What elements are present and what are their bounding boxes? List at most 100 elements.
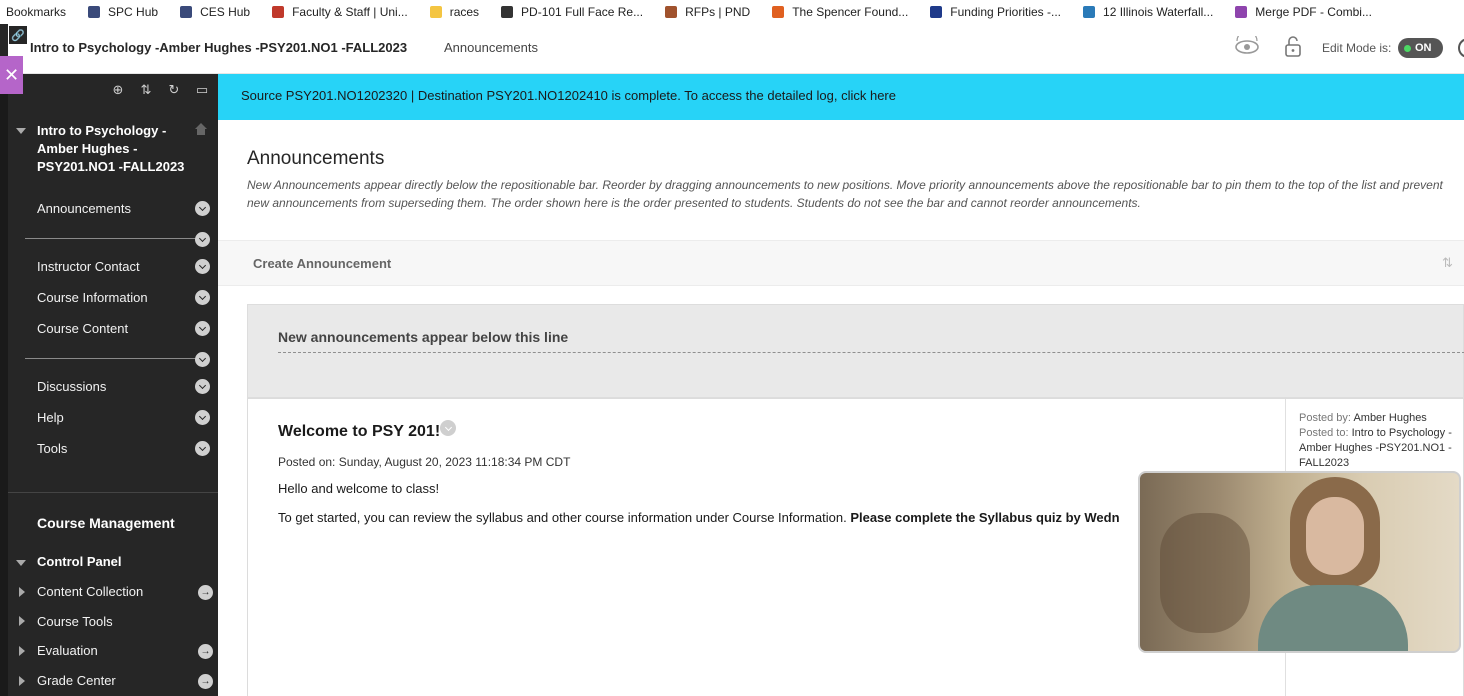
folder-icon <box>429 6 442 18</box>
home-icon[interactable] <box>194 122 208 136</box>
webcam-person-face <box>1306 497 1364 575</box>
bookmark-label: 12 Illinois Waterfall... <box>1103 5 1214 19</box>
sidebar-section-divider <box>8 492 218 493</box>
chevron-down-icon[interactable] <box>195 232 210 247</box>
page-icon <box>180 6 193 18</box>
sidebar-item-announcements[interactable]: Announcements <box>37 201 131 216</box>
posted-by-value: Amber Hughes <box>1353 412 1427 424</box>
edit-mode-toggle[interactable]: ON <box>1398 38 1443 58</box>
cp-item-course-tools[interactable]: Course Tools <box>37 614 113 629</box>
sidebar-item-course-information[interactable]: Course Information <box>37 290 148 305</box>
expand-caret-icon[interactable] <box>19 676 25 686</box>
announcement-title: Welcome to PSY 201! <box>278 423 441 440</box>
repositionable-bar[interactable]: New announcements appear below this line <box>247 304 1464 398</box>
sidebar-item-course-content[interactable]: Course Content <box>37 321 128 336</box>
lock-icon[interactable] <box>1283 35 1303 59</box>
announcement-body-greeting: Hello and welcome to class! <box>278 481 440 496</box>
arrow-right-icon[interactable]: → <box>198 644 213 659</box>
bookmark-item[interactable]: PD-101 Full Face Re... <box>501 5 643 19</box>
bookmark-label: Faculty & Staff | Uni... <box>292 5 408 19</box>
action-bar: Create Announcement ⇅ <box>218 240 1464 286</box>
chevron-down-icon[interactable] <box>195 321 210 336</box>
cp-item-content-collection[interactable]: Content Collection <box>37 584 143 599</box>
announcement-posted-on: Posted on: Sunday, August 20, 2023 11:18… <box>278 455 571 469</box>
control-panel-heading[interactable]: Control Panel <box>37 554 122 569</box>
link-icon[interactable]: 🔗 <box>9 26 27 44</box>
announcement-body-instructions: To get started, you can review the sylla… <box>278 510 1120 525</box>
edit-mode-label: Edit Mode is: <box>1322 41 1392 55</box>
sidebar-course-title[interactable]: Intro to Psychology - Amber Hughes - PSY… <box>37 122 187 176</box>
bookmark-label: Merge PDF - Combi... <box>1255 5 1372 19</box>
bookmark-item[interactable]: 12 Illinois Waterfall... <box>1083 5 1213 19</box>
chevron-down-icon[interactable] <box>440 420 456 436</box>
bookmark-item[interactable]: Bookmarks <box>6 5 66 19</box>
sort-icon[interactable]: ⇅ <box>1442 255 1453 271</box>
sidebar-item-help[interactable]: Help <box>37 410 64 425</box>
bookmark-label: Bookmarks <box>6 5 67 19</box>
collapse-caret-icon[interactable] <box>16 128 26 134</box>
course-title[interactable]: Intro to Psychology -Amber Hughes -PSY20… <box>30 40 407 55</box>
bookmark-item[interactable]: The Spencer Found... <box>772 5 908 19</box>
sidebar-divider <box>25 238 203 239</box>
toggle-on-dot <box>1404 44 1411 52</box>
announcement-body-bold: Please complete the Syllabus quiz by Wed… <box>850 510 1120 525</box>
funding-icon <box>930 6 943 18</box>
play-icon <box>501 6 514 18</box>
chevron-down-icon[interactable] <box>195 441 210 456</box>
cp-item-evaluation[interactable]: Evaluation <box>37 643 98 658</box>
bookmark-item[interactable]: CES Hub <box>180 5 250 19</box>
copy-complete-banner[interactable]: Source PSY201.NO1202320 | Destination PS… <box>218 74 1464 120</box>
header-edge-control[interactable] <box>1458 38 1464 58</box>
chevron-down-icon[interactable] <box>195 379 210 394</box>
create-announcement-button[interactable]: Create Announcement <box>253 256 391 271</box>
university-icon <box>272 6 285 18</box>
expand-caret-icon[interactable] <box>19 587 25 597</box>
spencer-icon <box>772 6 785 18</box>
expand-caret-icon[interactable] <box>19 616 25 626</box>
pnd-icon <box>665 6 678 18</box>
course-header: 🔗 Intro to Psychology -Amber Hughes -PSY… <box>0 24 1464 74</box>
arrow-right-icon[interactable]: → <box>198 674 213 689</box>
chevron-down-icon[interactable] <box>195 410 210 425</box>
reorder-icon[interactable]: ⇅ <box>138 82 154 98</box>
collapse-caret-icon[interactable] <box>16 560 26 566</box>
add-menu-item-icon[interactable]: ⊕ <box>110 82 126 98</box>
course-menu-tools: ⊕ ⇅ ↻ ▭ <box>110 82 210 98</box>
chevron-down-icon[interactable] <box>195 259 210 274</box>
posted-to-label: Posted to: <box>1299 427 1349 439</box>
bookmark-label: RFPs | PND <box>685 5 751 19</box>
sidebar-divider <box>25 358 203 359</box>
folder-view-icon[interactable]: ▭ <box>194 82 210 98</box>
close-menu-icon[interactable]: ✕ <box>0 56 23 94</box>
chevron-down-icon[interactable] <box>195 352 210 367</box>
bookmark-item[interactable]: RFPs | PND <box>665 5 750 19</box>
cp-item-grade-center[interactable]: Grade Center <box>37 673 116 688</box>
chevron-down-icon[interactable] <box>195 201 210 216</box>
course-management-heading: Course Management <box>37 515 175 531</box>
sidebar-item-discussions[interactable]: Discussions <box>37 379 106 394</box>
left-edge-strip <box>0 74 8 696</box>
page-icon <box>88 6 101 18</box>
page-title: Announcements <box>247 148 385 169</box>
chevron-down-icon[interactable] <box>195 290 210 305</box>
sidebar-item-tools[interactable]: Tools <box>37 441 67 456</box>
arrow-right-icon[interactable]: → <box>198 585 213 600</box>
breadcrumb-announcements: Announcements <box>444 40 538 55</box>
bookmark-item[interactable]: Funding Priorities -... <box>930 5 1061 19</box>
bookmark-item[interactable]: Merge PDF - Combi... <box>1235 5 1372 19</box>
waterfall-icon <box>1083 6 1096 18</box>
bookmark-item[interactable]: SPC Hub <box>88 5 158 19</box>
refresh-icon[interactable]: ↻ <box>166 82 182 98</box>
merge-pdf-icon <box>1235 6 1248 18</box>
webcam-person-body <box>1258 585 1408 651</box>
bookmark-label: PD-101 Full Face Re... <box>521 5 644 19</box>
bookmark-item[interactable]: Faculty & Staff | Uni... <box>272 5 408 19</box>
bookmark-item[interactable]: races <box>429 5 479 19</box>
bookmark-label: CES Hub <box>200 5 251 19</box>
webcam-background-blur <box>1160 513 1250 633</box>
expand-caret-icon[interactable] <box>19 646 25 656</box>
edit-mode-state: ON <box>1415 42 1432 54</box>
webcam-overlay[interactable] <box>1138 471 1461 653</box>
sidebar-item-instructor-contact[interactable]: Instructor Contact <box>37 259 140 274</box>
student-preview-eye-icon[interactable] <box>1234 36 1260 58</box>
